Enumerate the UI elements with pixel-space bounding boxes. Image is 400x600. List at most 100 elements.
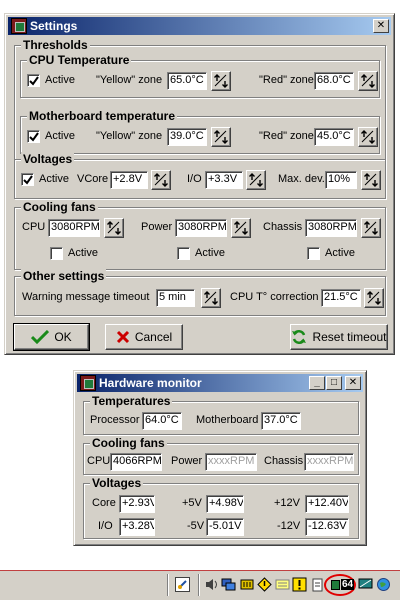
fan-cpu-active-checkbox[interactable] (50, 247, 63, 260)
close-button[interactable]: ✕ (345, 376, 361, 390)
fan-chassis-field[interactable]: 3080RPM (305, 219, 357, 237)
check-icon (23, 175, 33, 185)
processor-temp-field: 64.0°C (142, 412, 182, 430)
drive-icon[interactable] (275, 577, 290, 592)
fan-power-active-checkbox[interactable] (177, 247, 190, 260)
monitor-titlebar[interactable]: Hardware monitor _ □ ✕ (77, 374, 363, 392)
check-icon (29, 132, 39, 142)
close-button[interactable]: ✕ (373, 19, 389, 33)
hardware-monitor-tray-icon[interactable]: 64 (324, 574, 356, 596)
mb-red-field[interactable]: 45.0°C (314, 128, 354, 146)
monitor-fans-group: Cooling fans CPU 4066RPM Power xxxxRPM C… (83, 436, 359, 475)
vcore-spinner[interactable] (151, 170, 171, 190)
fans-title: Cooling fans (21, 200, 98, 214)
speaker-icon[interactable] (204, 577, 219, 592)
spin-arrows-icon (106, 220, 122, 236)
cpu-yellow-field[interactable]: 65.0°C (167, 72, 207, 90)
io-spinner[interactable] (246, 170, 266, 190)
reset-timeout-label: Reset timeout (312, 330, 387, 344)
maxdev-field[interactable]: 10% (325, 171, 357, 189)
cpu-yellow-label: "Yellow" zone (96, 74, 163, 86)
minimize-button[interactable]: _ (309, 376, 325, 390)
fan-chassis-spinner[interactable] (361, 218, 381, 238)
mb-temp-active-label: Active (45, 130, 75, 142)
cpu-red-spinner[interactable] (358, 71, 378, 91)
vcore-label: VCore (77, 173, 109, 185)
settings-titlebar[interactable]: Settings ✕ (8, 17, 391, 35)
p12v-label: +12V (274, 497, 300, 509)
spin-arrows-icon (248, 172, 264, 188)
cpu-yellow-spinner[interactable] (211, 71, 231, 91)
battery-icon[interactable] (240, 577, 255, 592)
fan-chassis-active-checkbox[interactable] (307, 247, 320, 260)
monitor-fan-chassis-field: xxxxRPM (304, 453, 354, 471)
spin-arrows-icon (213, 129, 229, 145)
monitor-voltages-title: Voltages (90, 476, 144, 490)
monitor-icon[interactable] (358, 577, 373, 592)
thresholds-group: Thresholds CPU Temperature Active "Yello… (14, 38, 386, 160)
thresholds-title: Thresholds (21, 38, 90, 52)
settings-title: Settings (30, 19, 78, 33)
mb-temp-group: Motherboard temperature Active "Yellow" … (20, 109, 380, 154)
m5v-voltage-field: -5.01V (206, 518, 244, 536)
fan-cpu-spinner[interactable] (104, 218, 124, 238)
alert-icon[interactable] (292, 577, 307, 592)
network-icon[interactable] (221, 577, 236, 592)
m12v-voltage-field: -12.63V (305, 518, 349, 536)
other-settings-group: Other settings Warning message timeout 5… (14, 269, 386, 316)
cpu-temp-group: CPU Temperature Active "Yellow" zone 65.… (20, 53, 380, 98)
taskbar: 64 (0, 569, 400, 600)
cpu-correction-field[interactable]: 21.5°C (321, 289, 361, 307)
fan-power-spinner[interactable] (231, 218, 251, 238)
p12v-voltage-field: +12.40V (305, 495, 349, 513)
media-icon[interactable] (175, 577, 190, 592)
io-label: I/O (187, 173, 202, 185)
cpu-red-field[interactable]: 68.0°C (314, 72, 354, 90)
io-voltage-label: I/O (98, 520, 113, 532)
app-chip-icon (80, 375, 96, 391)
cpu-temp-active-checkbox[interactable] (27, 74, 40, 87)
warn-timeout-spinner[interactable] (201, 288, 221, 308)
globe-icon[interactable] (376, 577, 391, 592)
spin-arrows-icon (203, 290, 219, 306)
clipboard-icon[interactable] (310, 577, 325, 592)
warn-timeout-label: Warning message timeout (22, 291, 150, 303)
voltages-active-checkbox[interactable] (21, 173, 34, 186)
warn-timeout-field[interactable]: 5 min (156, 289, 195, 307)
fan-cpu-field[interactable]: 3080RPM (48, 219, 100, 237)
mb-yellow-field[interactable]: 39.0°C (167, 128, 207, 146)
mb-red-spinner[interactable] (358, 127, 378, 147)
monitor-fan-power-field: xxxxRPM (205, 453, 257, 471)
temperatures-title: Temperatures (90, 394, 173, 408)
mb-yellow-spinner[interactable] (211, 127, 231, 147)
spin-arrows-icon (233, 220, 249, 236)
voltages-group: Voltages Active VCore +2.8V I/O +3.3V Ma… (14, 152, 386, 199)
taskbar-top-line (0, 570, 400, 571)
voltages-active-label: Active (39, 173, 69, 185)
check-green-icon (31, 330, 50, 344)
ok-label: OK (54, 330, 72, 344)
ok-button[interactable]: OK (13, 323, 90, 351)
cpu-correction-label: CPU T° correction (230, 291, 319, 303)
m5v-label: -5V (187, 520, 205, 532)
mb-temp-active-checkbox[interactable] (27, 130, 40, 143)
cancel-button[interactable]: Cancel (105, 324, 183, 350)
fan-power-field[interactable]: 3080RPM (175, 219, 227, 237)
motherboard-temp-field: 37.0°C (261, 412, 301, 430)
io-field[interactable]: +3.3V (205, 171, 243, 189)
spin-arrows-icon (366, 290, 382, 306)
vcore-field[interactable]: +2.8V (110, 171, 148, 189)
monitor-fan-power-label: Power (171, 455, 203, 467)
monitor-fans-title: Cooling fans (90, 436, 167, 450)
monitor-voltages-group: Voltages Core +2.93V +5V +4.98V +12V +12… (83, 476, 359, 539)
warning-diamond-icon[interactable] (257, 577, 272, 592)
reset-timeout-button[interactable]: Reset timeout (290, 324, 388, 350)
core-label: Core (92, 497, 116, 509)
maxdev-spinner[interactable] (361, 170, 381, 190)
hardware-monitor-window: Hardware monitor _ □ ✕ Temperatures Proc… (73, 370, 367, 546)
spin-arrows-icon (363, 172, 379, 188)
spin-arrows-icon (363, 220, 379, 236)
maximize-button[interactable]: □ (326, 376, 342, 390)
app-chip-icon (11, 18, 27, 34)
cpu-correction-spinner[interactable] (364, 288, 384, 308)
